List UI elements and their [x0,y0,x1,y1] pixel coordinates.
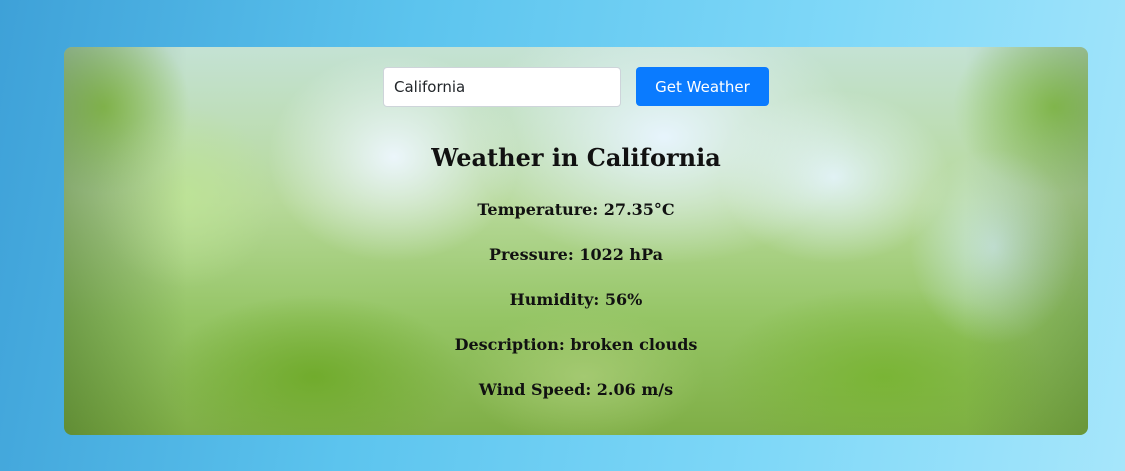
temperature-text: Temperature: 27.35°C [477,200,675,219]
city-search-input[interactable] [383,67,621,107]
weather-card: Get Weather Weather in California Temper… [64,47,1088,435]
pressure-text: Pressure: 1022 hPa [488,245,664,264]
weather-results: Weather in California Temperature: 27.35… [64,143,1088,425]
humidity-text: Humidity: 56% [509,290,643,309]
get-weather-button[interactable]: Get Weather [636,67,769,106]
search-row: Get Weather [64,67,1088,107]
description-text: Description: broken clouds [454,335,698,354]
weather-title: Weather in California [431,143,721,172]
wind-speed-text: Wind Speed: 2.06 m/s [478,380,674,399]
